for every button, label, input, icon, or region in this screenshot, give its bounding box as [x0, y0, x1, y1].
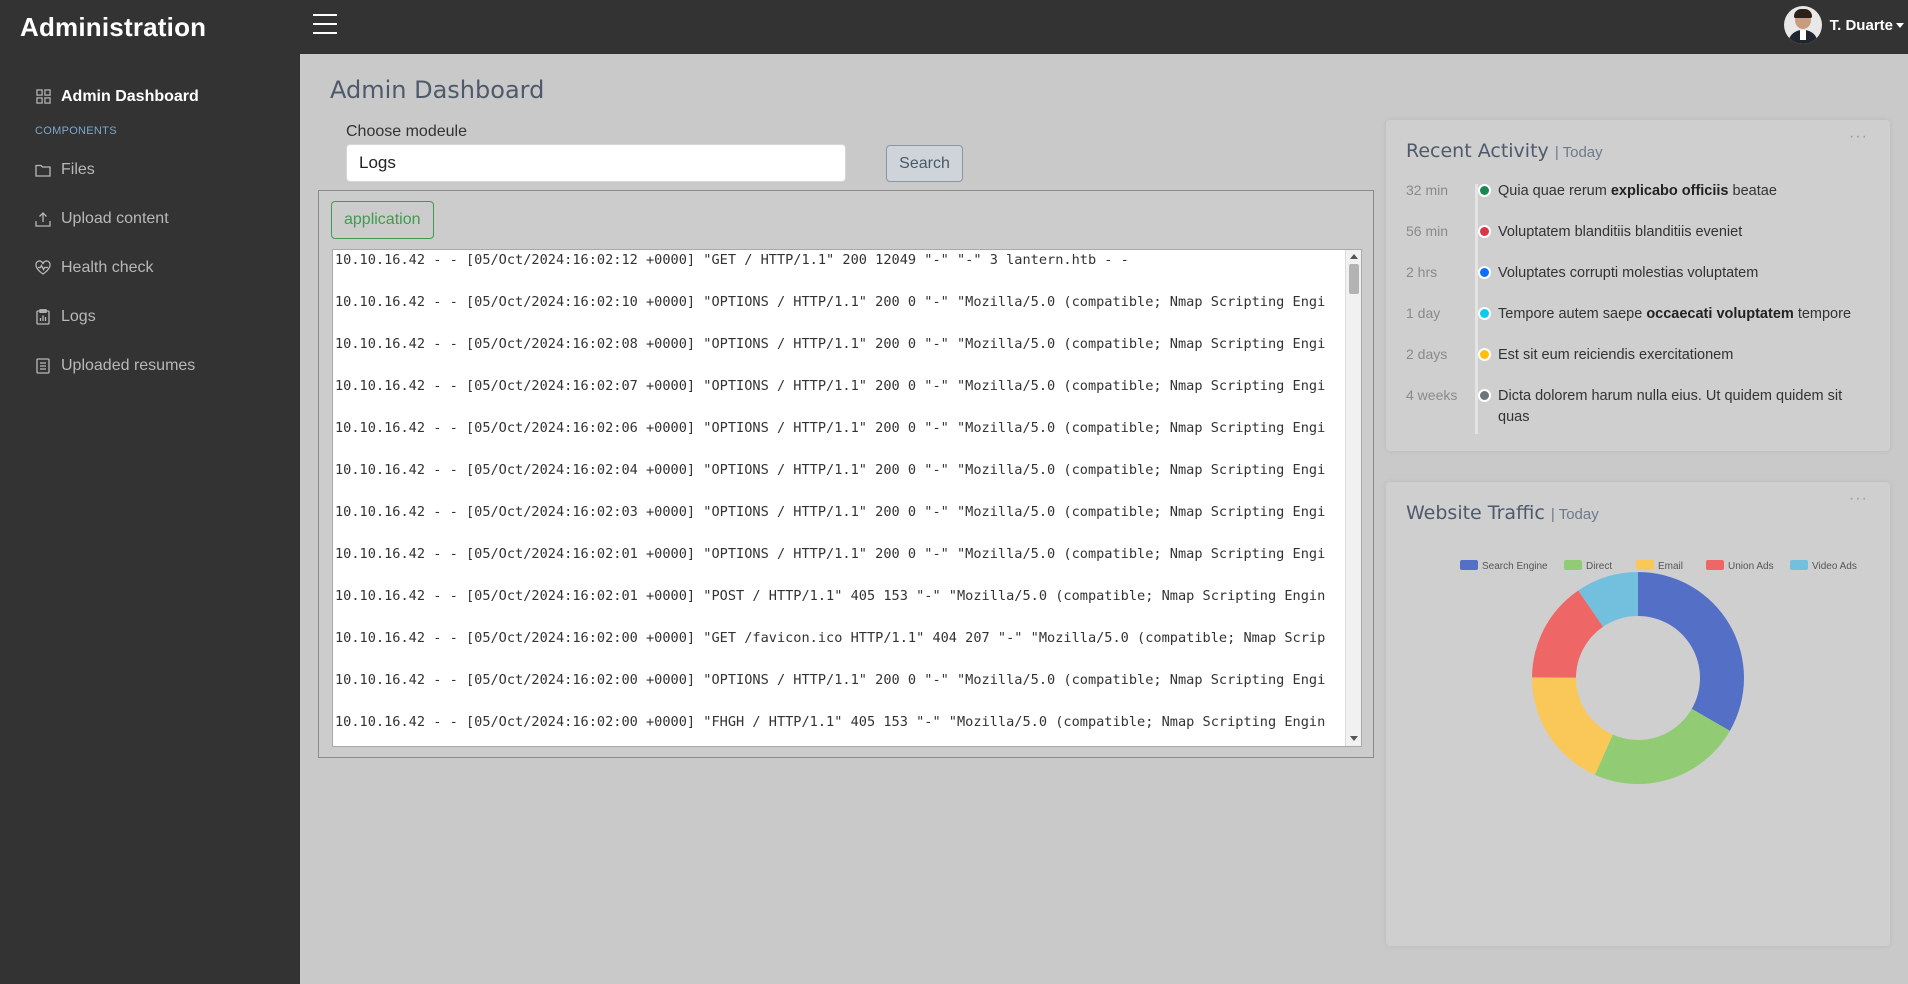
scroll-up-icon[interactable]	[1350, 254, 1358, 259]
scroll-thumb[interactable]	[1349, 264, 1359, 294]
log-line: 10.10.16.42 - - [05/Oct/2024:16:02:00 +0…	[335, 714, 1326, 730]
sidebar-item-label: Admin Dashboard	[61, 87, 199, 105]
log-line: 10.10.16.42 - - [05/Oct/2024:16:02:01 +0…	[335, 588, 1326, 604]
upload-icon	[35, 211, 51, 227]
user-name: T. Duarte	[1829, 16, 1893, 34]
heart-pulse-icon	[35, 260, 51, 276]
card-title-subtitle: | Today	[1554, 144, 1603, 161]
avatar	[1783, 6, 1822, 44]
sidebar-item-label: Upload content	[61, 209, 169, 227]
sidebar-item-health-check[interactable]: Health check	[0, 243, 300, 292]
log-line: 10.10.16.42 - - [05/Oct/2024:16:02:00 +0…	[335, 672, 1326, 688]
traffic-donut-chart: Search Engine Direct Email Union Ads Video A…	[1460, 560, 1857, 784]
recent-activity-title: Recent Activity | Today	[1406, 140, 1603, 162]
activity-text-emphasis: occaecati voluptatem	[1646, 306, 1794, 322]
log-textarea[interactable]: 10.10.16.42 - - [05/Oct/2024:16:02:12 +0…	[332, 249, 1362, 747]
log-line: 10.10.16.42 - - [05/Oct/2024:16:02:12 +0…	[335, 252, 1129, 268]
sidebar-item-upload-content[interactable]: Upload content	[0, 194, 300, 243]
activity-text-part: beatae	[1728, 183, 1777, 199]
donut-slice-direct[interactable]	[1594, 708, 1730, 784]
activity-time: 4 weeks	[1406, 387, 1458, 403]
sidebar-item-logs[interactable]: Logs	[0, 292, 300, 341]
log-line: 10.10.16.42 - - [05/Oct/2024:16:02:06 +0…	[335, 420, 1326, 436]
sidebar-item-uploaded-resumes[interactable]: Uploaded resumes	[0, 341, 300, 390]
status-dot-icon	[1477, 225, 1491, 238]
activity-time: 56 min	[1406, 223, 1449, 239]
status-dot-icon	[1477, 348, 1491, 361]
user-menu[interactable]: T. Duarte	[1783, 6, 1908, 44]
chevron-down-icon	[1896, 22, 1904, 28]
legend-label[interactable]: Union Ads	[1728, 561, 1774, 572]
activity-time: 2 days	[1406, 346, 1448, 362]
legend-swatch[interactable]	[1706, 560, 1724, 570]
sidebar-item-admin-dashboard[interactable]: Admin Dashboard	[0, 72, 300, 121]
website-traffic-card: Website Traffic | Today ··· Search Engin…	[1386, 482, 1890, 946]
legend-swatch[interactable]	[1636, 560, 1654, 570]
activity-text-part: Voluptatem blanditiis blanditiis eveniet	[1498, 224, 1743, 240]
log-line: 10.10.16.42 - - [05/Oct/2024:16:02:00 +0…	[335, 630, 1326, 646]
activity-text: Dicta dolorem harum nulla eius. Ut quide…	[1498, 385, 1876, 428]
grid-icon	[35, 89, 51, 105]
donut-slice-email[interactable]	[1532, 677, 1613, 775]
menu-toggle-icon[interactable]	[313, 14, 337, 36]
page-title: Admin Dashboard	[330, 76, 545, 104]
activity-text-part: Tempore autem saepe	[1498, 306, 1647, 322]
sidebar-item-label: Files	[61, 160, 95, 178]
scroll-down-icon[interactable]	[1350, 736, 1358, 741]
legend-swatch[interactable]	[1790, 560, 1808, 570]
activity-text-part: Quia quae rerum	[1498, 183, 1611, 199]
brand-logo[interactable]: Administration	[0, 12, 300, 43]
top-navbar: Administration T. Duarte	[0, 0, 1908, 54]
log-line: 10.10.16.42 - - [05/Oct/2024:16:02:10 +0…	[335, 294, 1326, 310]
activity-time: 32 min	[1406, 182, 1449, 198]
log-panel: application 10.10.16.42 - - [05/Oct/2024…	[318, 190, 1374, 758]
module-label: Choose modeule	[346, 123, 467, 140]
legend-label[interactable]: Email	[1658, 561, 1683, 572]
sidebar: Admin Dashboard COMPONENTS Files Upload …	[0, 54, 300, 984]
log-line: 10.10.16.42 - - [05/Oct/2024:16:02:04 +0…	[335, 462, 1326, 478]
search-button[interactable]: Search	[886, 145, 963, 182]
clipboard-data-icon	[35, 308, 51, 325]
activity-text-part: Est sit eum reiciendis exercitationem	[1498, 347, 1734, 363]
status-dot-icon	[1477, 266, 1491, 279]
activity-text: Voluptatem blanditiis blanditiis eveniet	[1498, 221, 1876, 243]
sidebar-item-label: Health check	[61, 258, 154, 276]
sidebar-heading-components: COMPONENTS	[35, 125, 117, 137]
activity-text: Voluptates corrupti molestias voluptatem	[1498, 262, 1876, 284]
activity-text-emphasis: explicabo officiis	[1610, 183, 1729, 199]
document-list-icon	[35, 357, 51, 374]
log-line: 10.10.16.42 - - [05/Oct/2024:16:02:08 +0…	[335, 336, 1326, 352]
legend-swatch[interactable]	[1460, 560, 1478, 570]
status-dot-icon	[1477, 184, 1491, 197]
folder-icon	[35, 162, 51, 178]
activity-text-part: Voluptates corrupti molestias voluptatem	[1498, 265, 1759, 281]
legend-label[interactable]: Video Ads	[1812, 561, 1857, 572]
activity-text-part: tempore	[1793, 306, 1852, 322]
activity-text: Quia quae rerum explicabo officiis beata…	[1498, 180, 1876, 202]
log-line: 10.10.16.42 - - [05/Oct/2024:16:02:07 +0…	[335, 378, 1326, 394]
activity-time: 1 day	[1406, 305, 1441, 321]
log-lines: 10.10.16.42 - - [05/Oct/2024:16:02:12 +0…	[333, 250, 1343, 746]
sidebar-item-label: Logs	[61, 307, 96, 325]
legend-label[interactable]: Direct	[1586, 561, 1612, 572]
donut-slice-search-engine[interactable]	[1638, 572, 1744, 731]
recent-activity-card: Recent Activity | Today ··· 32 min Quia q…	[1386, 120, 1890, 451]
legend-swatch[interactable]	[1564, 560, 1582, 570]
log-line: 10.10.16.42 - - [05/Oct/2024:16:02:03 +0…	[335, 504, 1326, 520]
sidebar-item-label: Uploaded resumes	[61, 356, 196, 374]
activity-text: Est sit eum reiciendis exercitationem	[1498, 344, 1876, 366]
log-scrollbar[interactable]	[1345, 250, 1361, 746]
application-log-button[interactable]: application	[331, 201, 434, 239]
module-input[interactable]	[346, 144, 846, 182]
activity-text-part: Dicta dolorem harum nulla eius. Ut quide…	[1498, 388, 1843, 425]
more-options-icon[interactable]: ···	[1849, 128, 1868, 146]
status-dot-icon	[1477, 307, 1491, 320]
activity-text: Tempore autem saepe occaecati voluptatem…	[1498, 303, 1876, 325]
status-dot-icon	[1477, 389, 1491, 402]
activity-time: 2 hrs	[1406, 264, 1438, 280]
sidebar-item-files[interactable]: Files	[0, 145, 300, 194]
log-line: 10.10.16.42 - - [05/Oct/2024:16:02:01 +0…	[335, 546, 1326, 562]
card-title-text: Recent Activity	[1406, 140, 1549, 162]
legend-label[interactable]: Search Engine	[1482, 561, 1548, 572]
